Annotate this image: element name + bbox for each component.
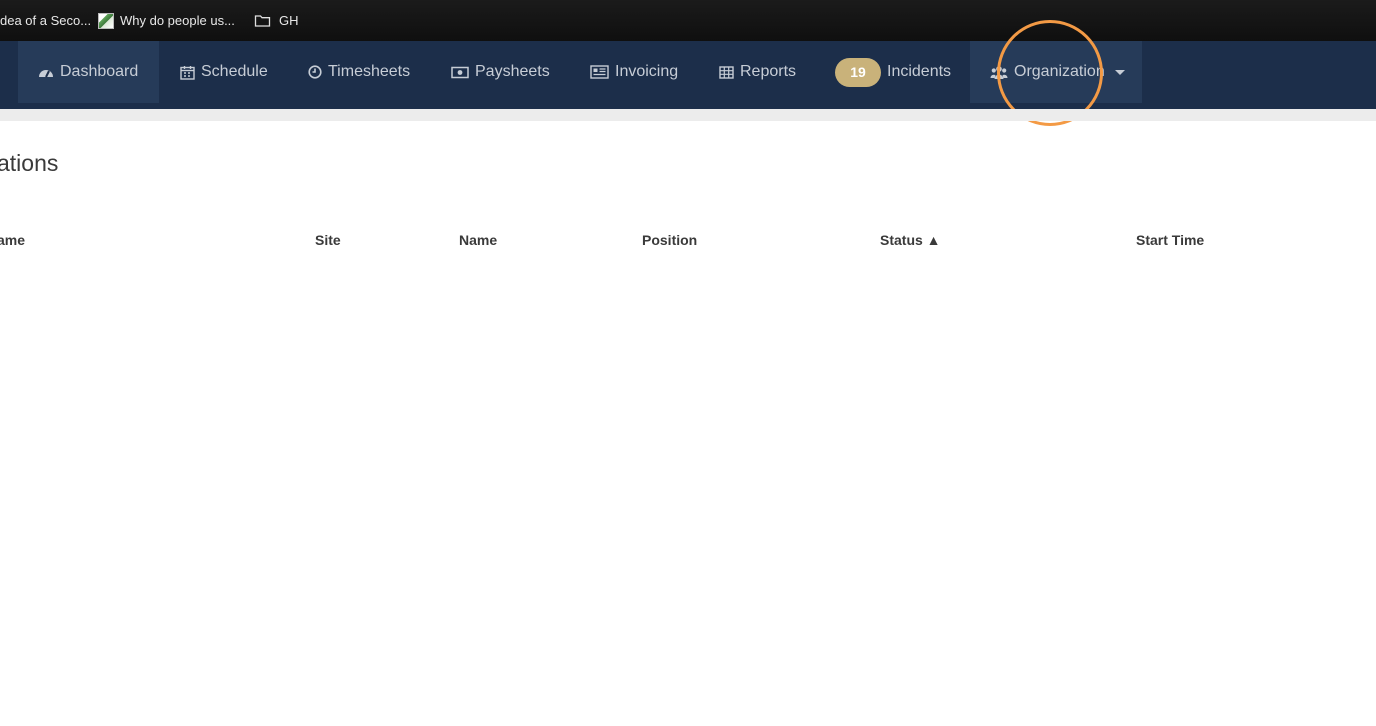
nav-incidents[interactable]: 19 Incidents xyxy=(835,41,951,103)
nav-reports-label: Reports xyxy=(740,63,797,80)
column-header[interactable]: Name xyxy=(459,232,497,248)
page-title: ations xyxy=(0,150,59,176)
site-favicon-icon xyxy=(98,12,114,29)
nav-dashboard[interactable]: Dashboard xyxy=(18,41,159,103)
bookmarks-bar: dea of a Seco... Why do people us... GH xyxy=(0,0,1376,41)
column-header[interactable]: Start Time xyxy=(1136,232,1204,248)
nav-incidents-label: Incidents xyxy=(887,63,952,80)
nav-dashboard-label: Dashboard xyxy=(60,63,139,80)
dashboard-icon xyxy=(38,65,54,79)
nav-paysheets[interactable]: Paysheets xyxy=(451,41,550,103)
calendar-icon xyxy=(180,65,195,80)
users-icon xyxy=(990,65,1008,80)
nav-reports[interactable]: Reports xyxy=(719,41,796,103)
nav-organization-label: Organization xyxy=(1014,63,1105,80)
table-icon xyxy=(719,65,734,79)
subheader-strip xyxy=(0,109,1376,121)
clock-icon xyxy=(308,65,322,79)
bookmark-label: Why do people us... xyxy=(120,13,235,28)
nav-paysheets-label: Paysheets xyxy=(475,63,550,80)
main-navbar: Dashboard Schedule Timesheets Paysheets … xyxy=(0,41,1376,109)
nav-timesheets[interactable]: Timesheets xyxy=(308,41,410,103)
bookmark-folder[interactable]: GH xyxy=(254,0,299,41)
folder-icon xyxy=(254,12,271,29)
nav-invoicing-label: Invoicing xyxy=(615,63,679,80)
nav-invoicing[interactable]: Invoicing xyxy=(590,41,678,103)
invoice-icon xyxy=(590,65,609,79)
bookmark-label: GH xyxy=(279,13,299,28)
nav-schedule[interactable]: Schedule xyxy=(180,41,268,103)
bookmark-item[interactable]: Why do people us... xyxy=(98,0,235,41)
chevron-down-icon xyxy=(1114,69,1125,75)
nav-timesheets-label: Timesheets xyxy=(328,63,411,80)
bookmark-item[interactable]: dea of a Seco... xyxy=(0,0,91,41)
column-header[interactable]: ame xyxy=(0,232,25,248)
bookmark-label: dea of a Seco... xyxy=(0,13,92,28)
nav-schedule-label: Schedule xyxy=(201,63,268,80)
column-header[interactable]: Position xyxy=(642,232,697,248)
nav-organization-dropdown[interactable]: Organization xyxy=(970,41,1142,103)
column-header[interactable]: Site xyxy=(315,232,341,248)
incidents-count-badge: 19 xyxy=(835,57,881,87)
money-icon xyxy=(451,66,469,79)
column-header-sorted[interactable]: Status ▲ xyxy=(880,232,941,248)
